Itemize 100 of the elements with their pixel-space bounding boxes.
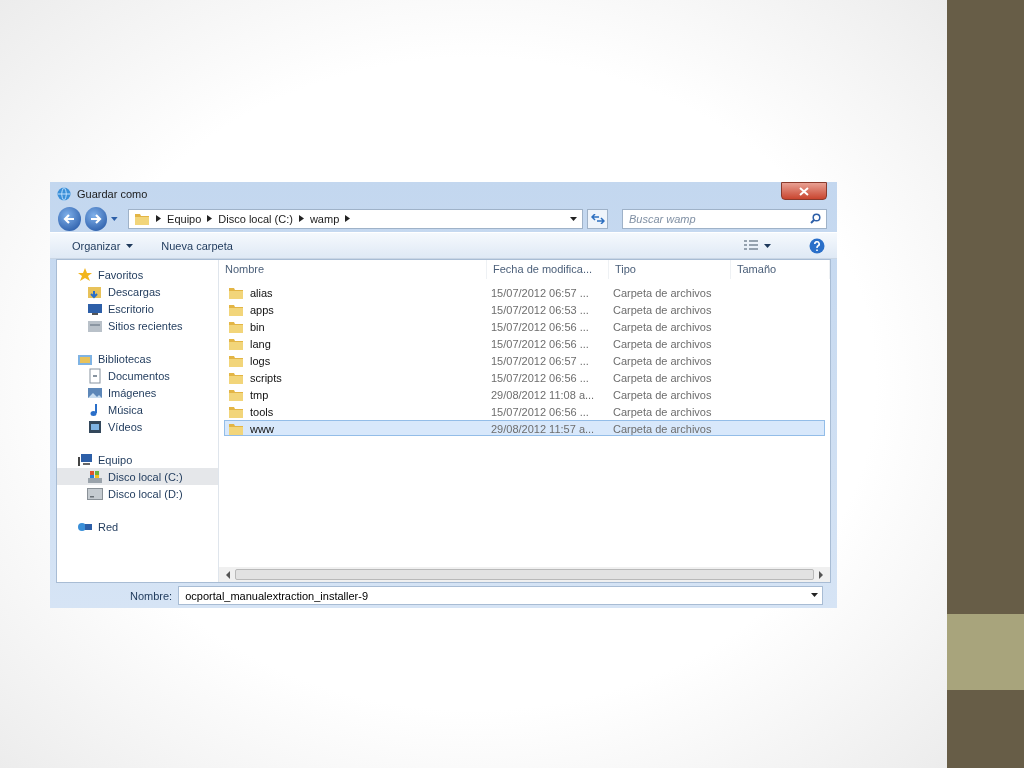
- sidebar-item[interactable]: Música: [57, 401, 218, 418]
- file-row[interactable]: tmp 29/08/2012 11:08 a... Carpeta de archivos: [224, 386, 825, 402]
- help-icon[interactable]: [809, 237, 825, 254]
- breadcrumb-item[interactable]: wamp: [309, 212, 340, 225]
- date-cell-text: 15/07/2012 06:56 ...: [490, 372, 590, 384]
- breadcrumb-item[interactable]: Equipo: [167, 212, 202, 225]
- file-name: bin: [250, 321, 265, 333]
- file-name: lang: [250, 338, 271, 350]
- type-cell-text: Carpeta de archivos: [612, 389, 713, 401]
- sidebar-item[interactable]: Equipo: [57, 451, 218, 468]
- file-name: tmp: [250, 389, 269, 401]
- date-cell-text: 15/07/2012 06:56 ...: [490, 406, 590, 418]
- sidebar-item[interactable]: Disco local (D:): [57, 485, 218, 502]
- date-cell-text: 15/07/2012 06:57 ...: [490, 287, 590, 299]
- folder-icon: [228, 404, 244, 420]
- folder-icon: [228, 353, 244, 369]
- window-title: Guardar como: [77, 187, 148, 200]
- drive-icon: [87, 468, 103, 485]
- search-field[interactable]: Buscar wamp: [622, 208, 827, 229]
- search-icon[interactable]: [810, 212, 821, 224]
- scroll-left-icon[interactable]: [225, 570, 231, 579]
- file-name: apps: [250, 304, 274, 316]
- breadcrumb-item[interactable]: Disco local (C:): [218, 212, 293, 225]
- column-header[interactable]: Nombre: [219, 260, 487, 279]
- folder-icon: [228, 319, 244, 335]
- date-cell-text: 15/07/2012 06:56 ...: [490, 338, 590, 350]
- file-row[interactable]: scripts 15/07/2012 06:56 ... Carpeta de archivos: [224, 369, 825, 385]
- right-arrow-icon: [90, 213, 103, 224]
- left-arrow-icon: [63, 213, 76, 224]
- sidebar-item[interactable]: Red: [57, 518, 218, 535]
- file-row[interactable]: logs 15/07/2012 06:57 ... Carpeta de archivos: [224, 352, 825, 368]
- column-header[interactable]: Fecha de modifica...: [487, 260, 609, 279]
- date-cell-text: 15/07/2012 06:56 ...: [490, 321, 590, 333]
- chevron-icon: [298, 215, 304, 222]
- sidebar-item[interactable]: Bibliotecas: [57, 350, 218, 367]
- type-cell-text: Carpeta de archivos: [612, 406, 713, 418]
- file-name: logs: [250, 355, 271, 367]
- folder-icon: [228, 285, 244, 301]
- date-cell-text: 15/07/2012 06:57 ...: [490, 355, 590, 367]
- sidebar-item[interactable]: Documentos: [57, 367, 218, 384]
- date-cell-text: 29/08/2012 11:57 a...: [490, 423, 596, 435]
- chevron-icon: [345, 215, 351, 222]
- sidebar-item[interactable]: Favoritos: [57, 266, 218, 283]
- sidebar-item[interactable]: Escritorio: [57, 300, 218, 317]
- scrollbar-thumb[interactable]: [235, 569, 814, 580]
- file-row[interactable]: lang 15/07/2012 06:56 ... Carpeta de archivos: [224, 335, 825, 351]
- sidebar-item[interactable]: Disco local (C:): [57, 468, 218, 485]
- date-cell-text: 29/08/2012 11:08 a...: [490, 389, 596, 401]
- folder-icon: [228, 336, 244, 352]
- folder-icon: [228, 421, 244, 437]
- file-name: tools: [250, 406, 274, 418]
- column-header[interactable]: Tamaño: [731, 260, 830, 279]
- type-cell-text: Carpeta de archivos: [612, 355, 713, 367]
- caret-icon: [764, 243, 771, 248]
- scroll-right-icon[interactable]: [818, 570, 824, 579]
- film-icon: [87, 418, 103, 435]
- type-cell-text: Carpeta de archivos: [612, 304, 713, 316]
- type-cell-text: Carpeta de archivos: [612, 321, 713, 333]
- address-bar[interactable]: Equipo Disco local (C:) wamp: [128, 208, 584, 229]
- folder-icon: [228, 302, 244, 318]
- refresh-icon: [590, 213, 605, 224]
- type-cell-text: Carpeta de archivos: [612, 423, 713, 435]
- star-icon: [77, 266, 93, 283]
- sidebar-item[interactable]: Sitios recientes: [57, 317, 218, 334]
- file-name: www: [250, 423, 274, 435]
- list-icon: [744, 240, 758, 251]
- file-row[interactable]: apps 15/07/2012 06:53 ... Carpeta de archivos: [224, 301, 825, 317]
- forward-button[interactable]: [84, 206, 108, 231]
- file-row[interactable]: bin 15/07/2012 06:56 ... Carpeta de archivos: [224, 318, 825, 334]
- file-row[interactable]: tools 15/07/2012 06:56 ... Carpeta de archivos: [224, 403, 825, 419]
- folder-icon: [228, 387, 244, 403]
- file-name: scripts: [250, 372, 282, 384]
- file-row[interactable]: alias 15/07/2012 06:57 ... Carpeta de archivos: [224, 284, 825, 300]
- drive-icon: [87, 485, 103, 502]
- computer-icon: [77, 451, 93, 468]
- filename-field[interactable]: ocportal_manualextraction_installer-9: [178, 586, 823, 605]
- file-name: alias: [250, 287, 273, 299]
- document-icon: [87, 367, 103, 384]
- close-icon: [799, 186, 809, 196]
- new-folder-button[interactable]: Nueva carpeta: [157, 237, 237, 254]
- back-button[interactable]: [58, 206, 81, 231]
- file-row[interactable]: www 29/08/2012 11:57 a... Carpeta de archivos: [224, 420, 825, 436]
- caret-icon: [126, 243, 134, 248]
- filename-label: Nombre:: [130, 589, 173, 602]
- date-cell-text: 15/07/2012 06:53 ...: [490, 304, 590, 316]
- globe-icon: [56, 185, 72, 202]
- column-header[interactable]: Tipo: [609, 260, 731, 279]
- close-button[interactable]: [781, 182, 827, 200]
- sidebar-item[interactable]: Vídeos: [57, 418, 218, 435]
- refresh-button[interactable]: [587, 208, 608, 229]
- sidebar-item[interactable]: Descargas: [57, 283, 218, 300]
- folder-icon: [228, 370, 244, 386]
- type-cell-text: Carpeta de archivos: [612, 287, 713, 299]
- type-cell-text: Carpeta de archivos: [612, 338, 713, 350]
- type-cell-text: Carpeta de archivos: [612, 372, 713, 384]
- caret-icon[interactable]: [570, 216, 578, 221]
- caret-icon[interactable]: [811, 593, 818, 597]
- sidebar-item[interactable]: Imágenes: [57, 384, 218, 401]
- organize-button[interactable]: Organizar: [68, 237, 138, 254]
- chevron-icon: [207, 215, 213, 222]
